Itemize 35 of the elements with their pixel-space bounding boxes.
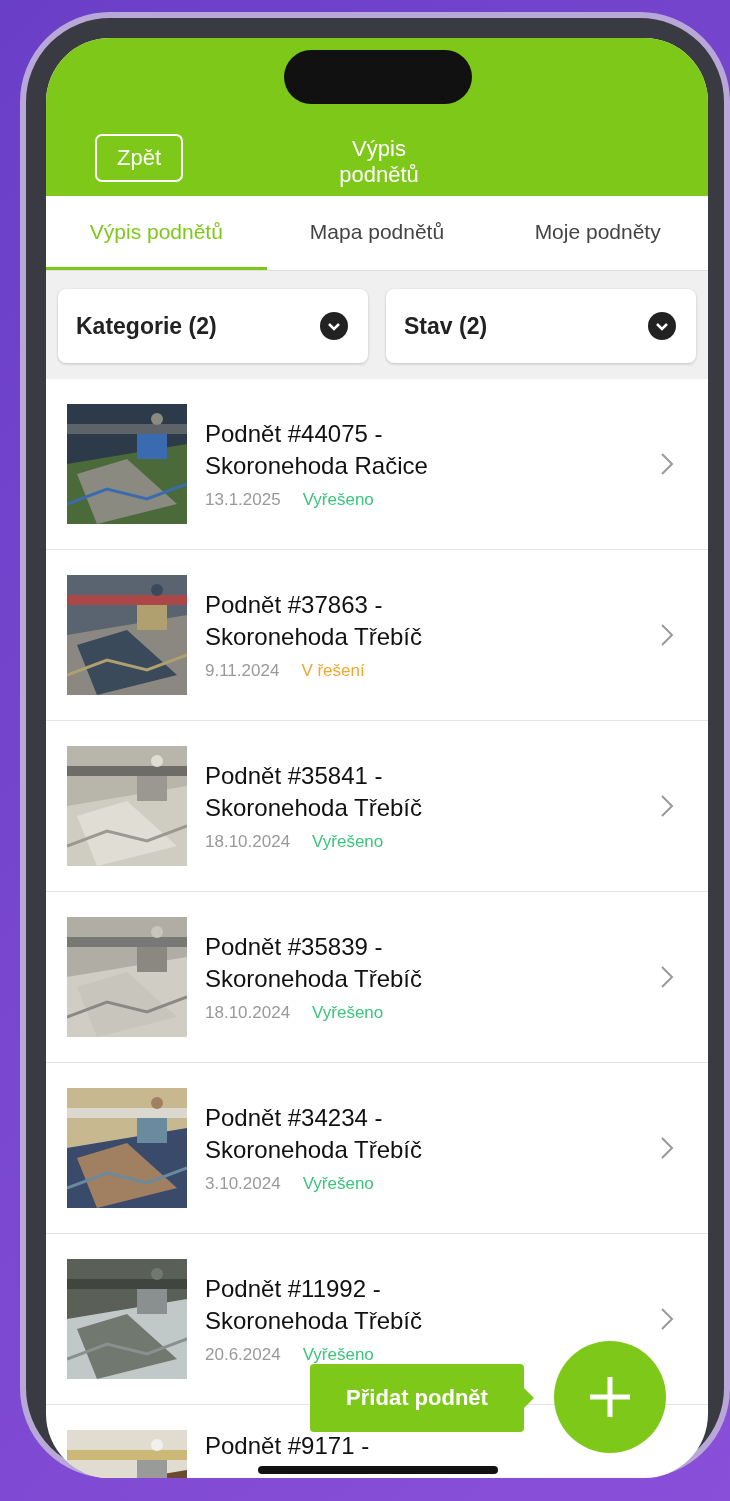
item-date: 18.10.2024: [205, 832, 291, 852]
list-item[interactable]: Podnět #35841 - Skoronehoda Třebíč 18.10.2024 Vyřešeno: [46, 721, 708, 892]
item-subtitle: Skoronehoda Třebíč: [205, 1306, 424, 1336]
tab[interactable]: Moje podněty: [487, 196, 708, 270]
item-title: Podnět #37863 -: [205, 590, 384, 620]
list-item[interactable]: Podnět #37863 - Skoronehoda Třebíč 9.11.2024 V řešení: [46, 550, 708, 721]
tab[interactable]: Mapa podnětů: [266, 196, 488, 270]
item-date: 20.6.2024: [205, 1345, 281, 1365]
filter-dropdown[interactable]: Kategorie (2): [58, 289, 368, 363]
item-status: Vyřešeno: [302, 1345, 374, 1365]
item-title: Podnět #35841 -: [205, 761, 384, 791]
list-item[interactable]: Podnět #44075 - Skoronehoda Račice 13.1.2025 Vyřešeno: [46, 379, 708, 550]
item-title: Podnět #35839 -: [205, 932, 384, 962]
item-title: Podnět #11992 -: [205, 1274, 382, 1304]
list-item[interactable]: Podnět #35839 - Skoronehoda Třebíč 18.10.2024 Vyřešeno: [46, 892, 708, 1063]
item-date: 3.10.2024: [205, 1174, 281, 1194]
item-subtitle: Skoronehoda Račice: [205, 451, 429, 481]
item-status: Vyřešeno: [312, 832, 384, 852]
item-subtitle: Skoronehoda Třebíč: [205, 622, 424, 652]
item-status: Vyřešeno: [302, 490, 374, 510]
item-date: 9.11.2024: [205, 661, 280, 681]
item-subtitle: Skoronehoda Třebíč: [205, 793, 424, 823]
screen-title: Výpis podnětů: [338, 136, 420, 188]
filter-dropdown[interactable]: Stav (2): [386, 289, 696, 363]
item-subtitle: Skoronehoda Třebíč: [205, 1135, 424, 1165]
item-date: 13.1.2025: [205, 490, 281, 510]
item-status: V řešení: [301, 661, 365, 681]
item-title: Podnět #34234 -: [205, 1103, 384, 1133]
item-title: Podnět #44075 -: [205, 419, 384, 449]
item-status: Vyřešeno: [302, 1174, 374, 1194]
item-subtitle: Skoronehoda Třebíč: [205, 964, 424, 994]
list-item[interactable]: Podnět #34234 - Skoronehoda Třebíč 3.10.2024 Vyřešeno: [46, 1063, 708, 1234]
item-status: Vyřešeno: [312, 1003, 384, 1023]
item-date: 18.10.2024: [205, 1003, 291, 1023]
item-title: Podnět #9171 -: [205, 1431, 371, 1461]
